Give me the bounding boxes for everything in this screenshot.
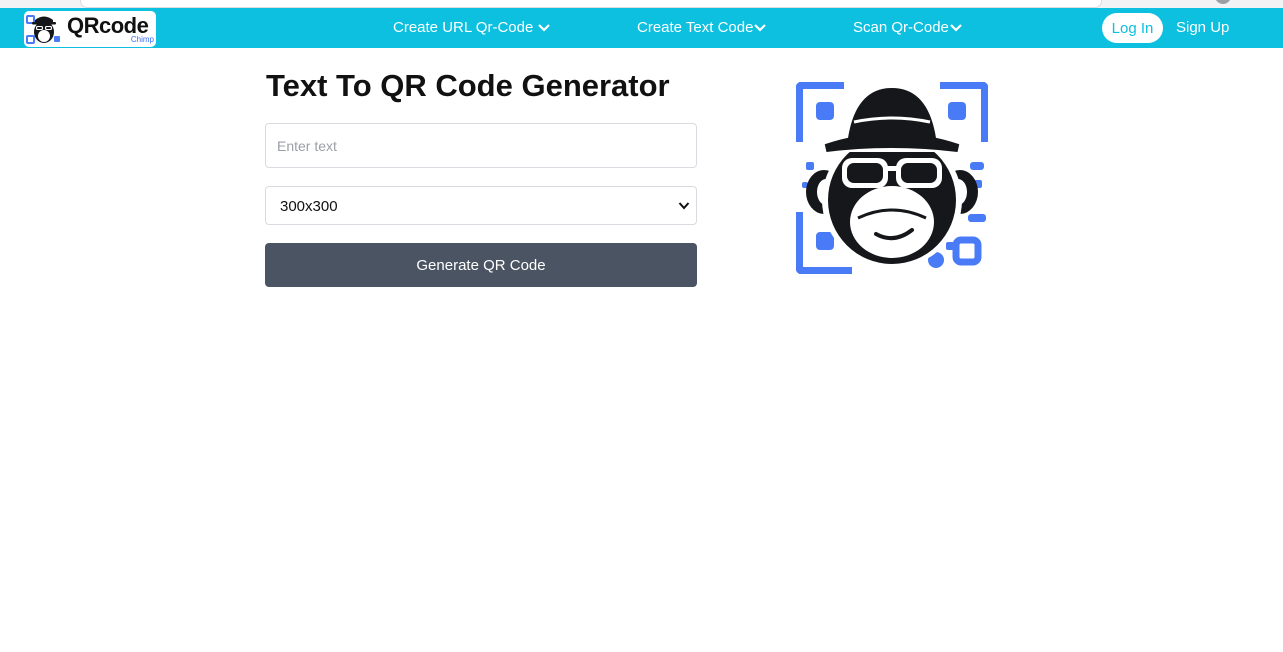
nav-item-label: Scan Qr-Code: [853, 19, 949, 36]
address-bar[interactable]: [80, 0, 1102, 8]
chevron-down-icon: [678, 202, 690, 210]
brand-subtitle: Chimp: [130, 35, 154, 44]
chevron-down-icon: [950, 23, 962, 32]
chevron-down-icon: [754, 23, 767, 32]
browser-chrome: [0, 0, 1283, 8]
brand-logo[interactable]: QRcode Chimp: [24, 11, 156, 47]
text-input[interactable]: [265, 123, 697, 168]
nav-item-label: Create Text Code: [637, 19, 754, 36]
chevron-down-icon: [538, 23, 551, 32]
signup-button[interactable]: Sign Up: [1176, 19, 1229, 36]
top-navbar: QRcode Chimp Create URL Qr-Code Create T…: [0, 8, 1283, 48]
size-select-value: 300x300: [280, 198, 338, 215]
size-select[interactable]: 300x300: [265, 186, 697, 225]
generate-qr-button[interactable]: Generate QR Code: [265, 243, 697, 287]
monkey-qr-logo-icon: [26, 15, 60, 44]
page-title: Text To QR Code Generator: [266, 68, 670, 103]
nav-scan-qr-code[interactable]: Scan Qr-Code: [853, 19, 963, 36]
login-button[interactable]: Log In: [1102, 13, 1163, 43]
profile-icon[interactable]: [1215, 0, 1231, 4]
nav-create-text-code[interactable]: Create Text Code: [637, 19, 767, 36]
nav-item-label: Create URL Qr-Code: [393, 19, 534, 36]
nav-create-url-qr[interactable]: Create URL Qr-Code: [393, 19, 551, 36]
monkey-qr-illustration: [796, 82, 988, 274]
